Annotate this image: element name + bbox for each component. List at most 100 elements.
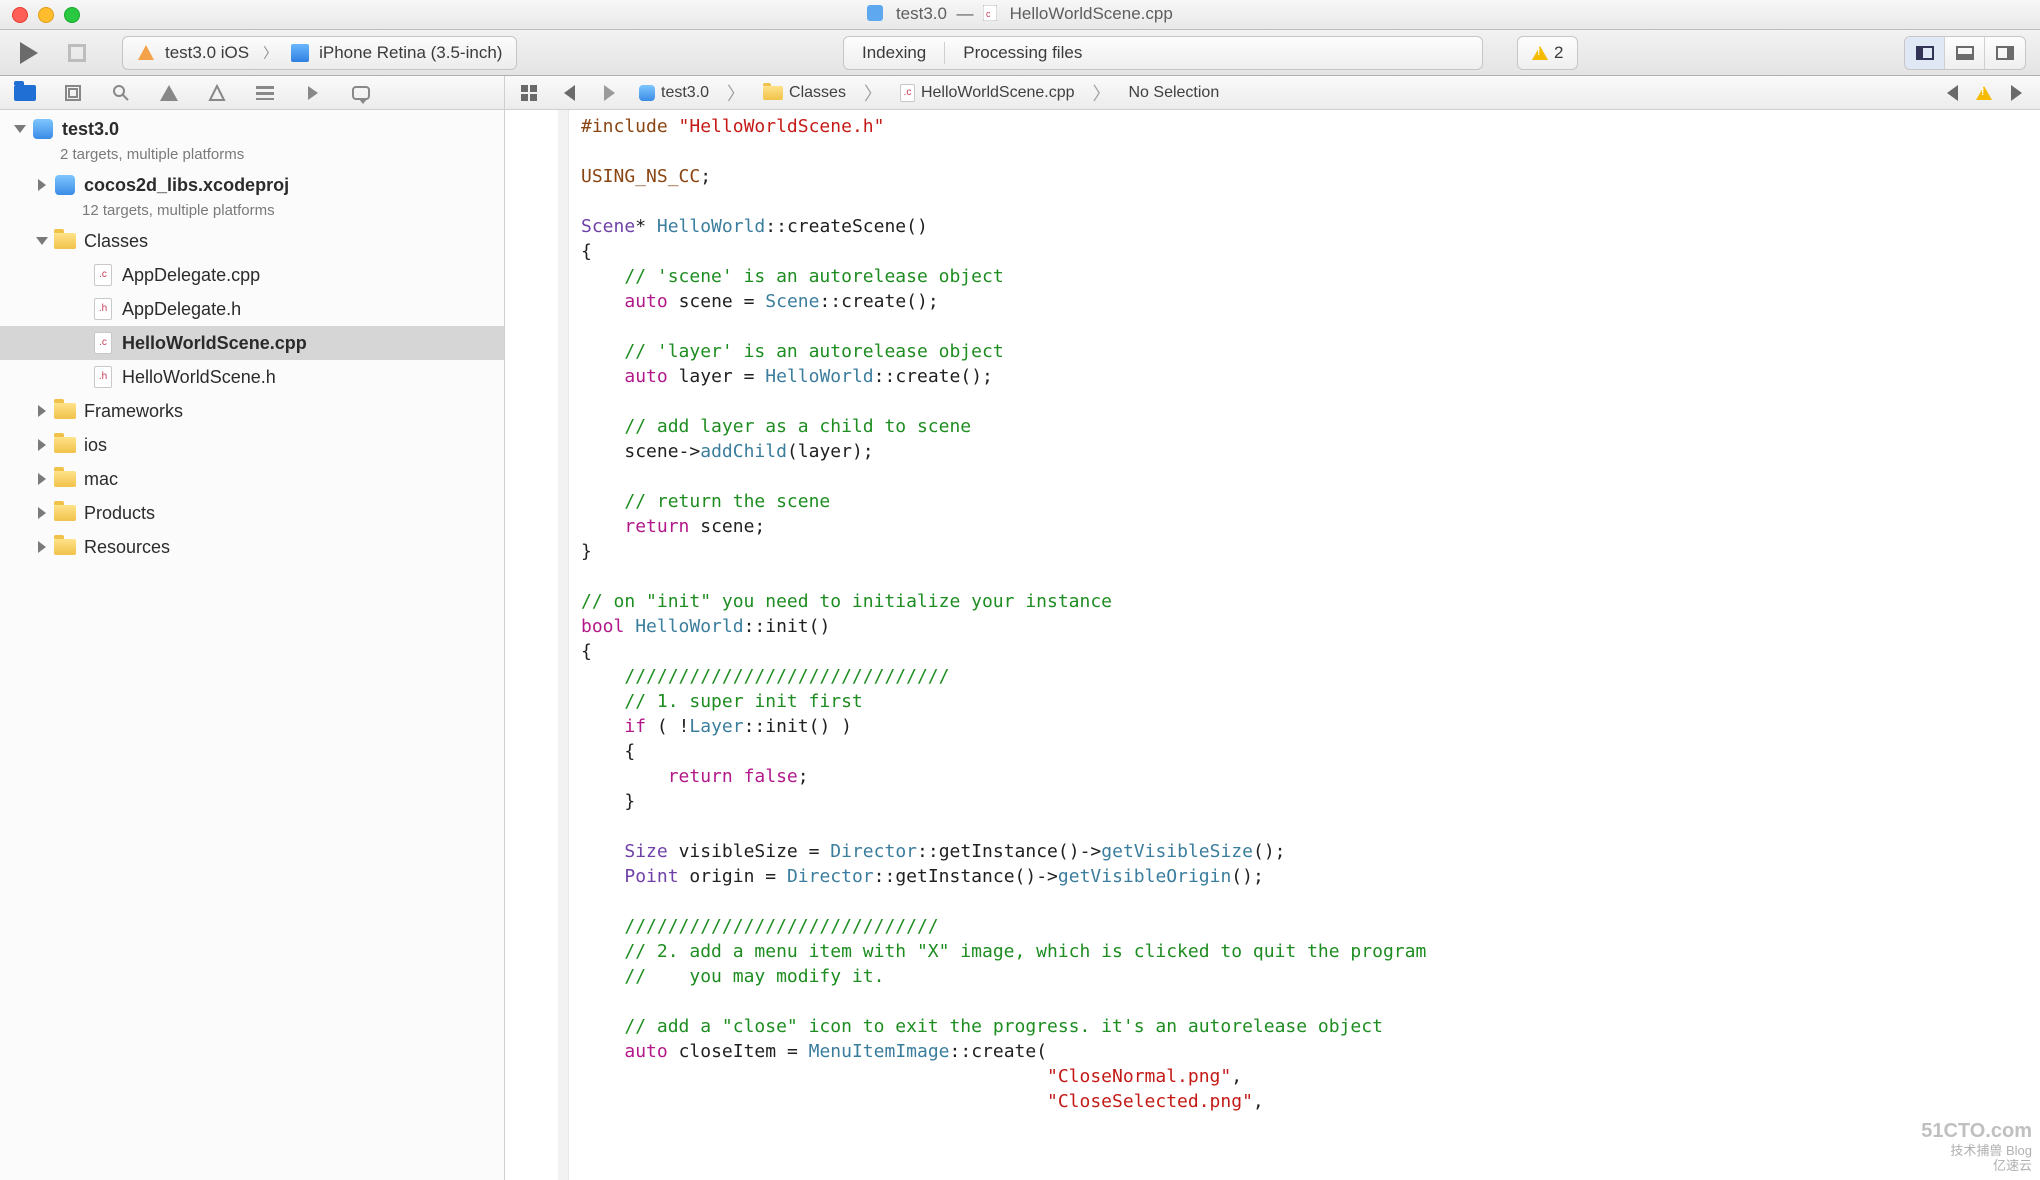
tree-row-subproject[interactable]: cocos2d_libs.xcodeproj	[0, 168, 504, 202]
breakpoint-navigator-tab[interactable]	[302, 82, 324, 104]
disclosure-icon[interactable]	[38, 405, 46, 417]
project-file-icon	[867, 6, 888, 25]
jumpbar-file-label: HelloWorldScene.cpp	[921, 84, 1075, 102]
nav-forward-button[interactable]	[595, 82, 623, 104]
disclosure-icon[interactable]	[38, 541, 46, 553]
file-label: AppDelegate.cpp	[122, 265, 260, 286]
related-items-button[interactable]	[515, 82, 543, 104]
navigator-sidebar: test3.0 2 targets, multiple platforms co…	[0, 76, 505, 1180]
jumpbar-project[interactable]: test3.0	[635, 84, 713, 102]
tree-row-file[interactable]: .c AppDelegate.cpp	[0, 258, 504, 292]
app-icon	[137, 44, 155, 62]
project-icon	[55, 175, 75, 195]
header-file-icon: .h	[94, 366, 112, 388]
project-icon	[639, 85, 655, 101]
title-project: test3.0	[896, 4, 947, 23]
scheme-device: iPhone Retina (3.5-inch)	[319, 43, 502, 63]
source-editor[interactable]: #include "HelloWorldScene.h" USING_NS_CC…	[505, 110, 2040, 1180]
jump-bar: test3.0 〉 Classes 〉 .c HelloWorldScene.c…	[505, 76, 2040, 110]
stop-button[interactable]	[62, 38, 92, 68]
tree-row-file-selected[interactable]: .c HelloWorldScene.cpp	[0, 326, 504, 360]
prev-counterpoint-button[interactable]	[1938, 82, 1966, 104]
panel-toggles	[1904, 36, 2026, 70]
project-navigator-tab[interactable]	[14, 82, 36, 104]
tree-row-file[interactable]: .h AppDelegate.h	[0, 292, 504, 326]
tree-row-file[interactable]: .h HelloWorldScene.h	[0, 360, 504, 394]
fold-ribbon[interactable]	[558, 110, 568, 1180]
group-label: Classes	[84, 231, 148, 252]
warning-count: 2	[1554, 43, 1563, 63]
traffic-lights	[12, 7, 80, 23]
disclosure-icon[interactable]	[38, 179, 46, 191]
chevron-right-icon: 〉	[862, 80, 884, 106]
warning-icon	[1532, 46, 1548, 60]
warning-icon	[1976, 86, 1992, 100]
zoom-window-icon[interactable]	[64, 7, 80, 23]
title-sep: —	[956, 4, 973, 23]
group-label: ios	[84, 435, 107, 456]
project-icon	[33, 119, 53, 139]
project-name: test3.0	[62, 119, 119, 140]
issue-navigator-tab[interactable]	[158, 82, 180, 104]
disclosure-icon[interactable]	[38, 439, 46, 451]
symbol-navigator-tab[interactable]	[62, 82, 84, 104]
find-navigator-tab[interactable]	[110, 82, 132, 104]
header-file-icon: .h	[94, 298, 112, 320]
tree-row-subproject-sub: 12 targets, multiple platforms	[0, 202, 504, 224]
source-file-icon: c	[983, 6, 1002, 25]
chevron-right-icon: 〉	[259, 43, 281, 63]
jumpbar-selection[interactable]: No Selection	[1125, 84, 1224, 102]
project-tree: test3.0 2 targets, multiple platforms co…	[0, 110, 504, 1180]
close-window-icon[interactable]	[12, 7, 28, 23]
disclosure-icon[interactable]	[14, 125, 26, 133]
jumpbar-group[interactable]: Classes	[759, 84, 850, 102]
toggle-debug-area-button[interactable]	[1945, 37, 1985, 69]
folder-icon	[54, 471, 76, 487]
chevron-right-icon: 〉	[1091, 80, 1113, 106]
folder-icon	[54, 233, 76, 249]
disclosure-icon[interactable]	[38, 473, 46, 485]
jumpbar-project-label: test3.0	[661, 84, 709, 102]
svg-text:c: c	[986, 9, 991, 19]
editor-gutter[interactable]	[505, 110, 569, 1180]
tree-row-group-mac[interactable]: mac	[0, 462, 504, 496]
toggle-utilities-button[interactable]	[1985, 37, 2025, 69]
test-navigator-tab[interactable]	[206, 82, 228, 104]
chevron-right-icon: 〉	[725, 80, 747, 106]
disclosure-icon[interactable]	[36, 237, 48, 245]
debug-navigator-tab[interactable]	[254, 82, 276, 104]
subproject-name: cocos2d_libs.xcodeproj	[84, 175, 289, 196]
jumpbar-file[interactable]: .c HelloWorldScene.cpp	[896, 84, 1079, 102]
tree-row-project[interactable]: test3.0	[0, 112, 504, 146]
disclosure-icon[interactable]	[38, 507, 46, 519]
tree-row-group-resources[interactable]: Resources	[0, 530, 504, 564]
toggle-navigator-button[interactable]	[1905, 37, 1945, 69]
tree-row-group-classes[interactable]: Classes	[0, 224, 504, 258]
group-label: mac	[84, 469, 118, 490]
activity-left: Indexing	[844, 43, 944, 63]
tree-row-group-frameworks[interactable]: Frameworks	[0, 394, 504, 428]
issues-indicator[interactable]: 2	[1517, 36, 1578, 70]
group-label: Products	[84, 503, 155, 524]
folder-icon	[54, 505, 76, 521]
activity-right: Processing files	[945, 43, 1100, 63]
device-icon	[291, 44, 309, 62]
folder-icon	[54, 539, 76, 555]
run-button[interactable]	[14, 38, 44, 68]
subproject-subtitle: 12 targets, multiple platforms	[82, 202, 275, 219]
nav-back-button[interactable]	[555, 82, 583, 104]
tree-row-group-ios[interactable]: ios	[0, 428, 504, 462]
tree-row-group-products[interactable]: Products	[0, 496, 504, 530]
report-navigator-tab[interactable]	[350, 82, 372, 104]
tree-row-project-sub: 2 targets, multiple platforms	[0, 146, 504, 168]
folder-icon	[54, 403, 76, 419]
minimize-window-icon[interactable]	[38, 7, 54, 23]
next-counterpoint-button[interactable]	[2002, 82, 2030, 104]
scheme-selector[interactable]: test3.0 iOS 〉 iPhone Retina (3.5-inch)	[122, 36, 517, 70]
file-label: HelloWorldScene.cpp	[122, 333, 307, 354]
group-label: Frameworks	[84, 401, 183, 422]
folder-icon	[763, 86, 783, 100]
main-toolbar: test3.0 iOS 〉 iPhone Retina (3.5-inch) I…	[0, 30, 2040, 76]
code-view[interactable]: #include "HelloWorldScene.h" USING_NS_CC…	[569, 110, 2040, 1180]
jumpbar-selection-label: No Selection	[1129, 84, 1220, 102]
